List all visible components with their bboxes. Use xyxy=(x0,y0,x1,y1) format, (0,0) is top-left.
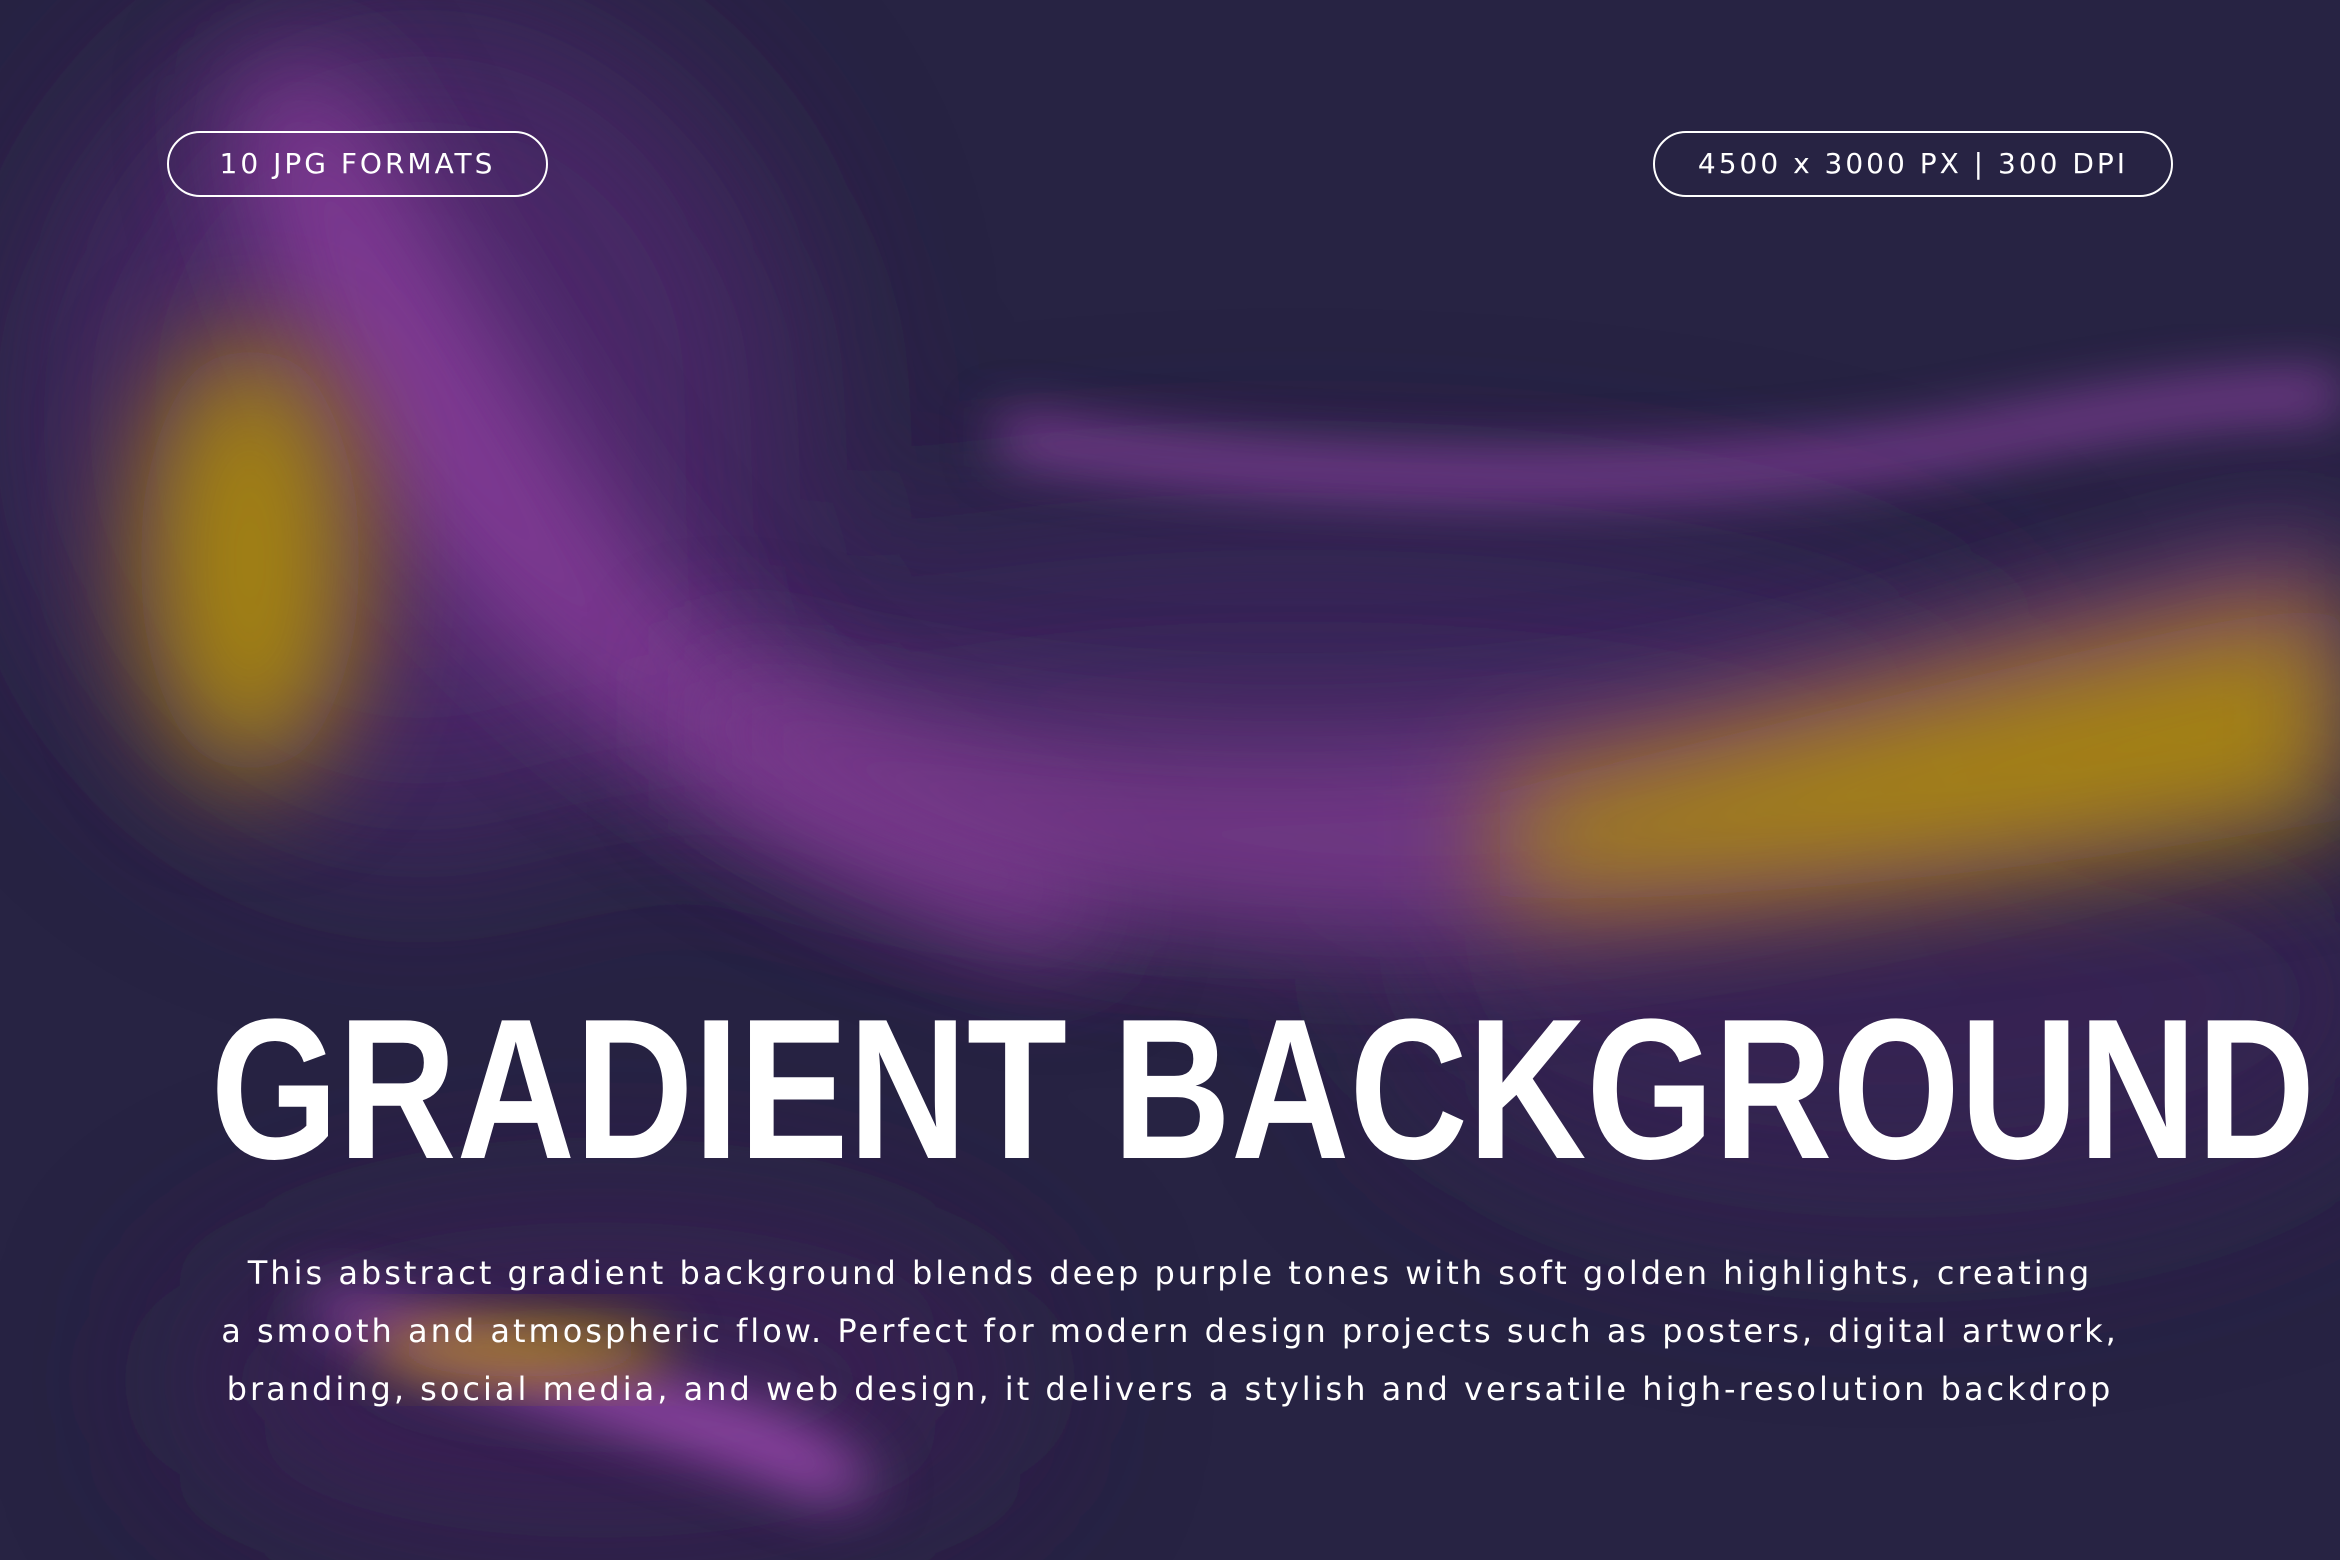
description-text: This abstract gradient background blends… xyxy=(160,1244,2180,1418)
format-count-badge: 10 JPG FORMATS xyxy=(167,131,548,197)
gradient-poster: 10 JPG FORMATS 4500 x 3000 PX | 300 DPI … xyxy=(0,0,2340,1560)
main-heading: GRADIENT BACKGROUND xyxy=(210,978,2316,1201)
description-line-3: branding, social media, and web design, … xyxy=(226,1370,2114,1408)
description-line-2: a smooth and atmospheric flow. Perfect f… xyxy=(221,1312,2119,1350)
resolution-badge: 4500 x 3000 PX | 300 DPI xyxy=(1653,131,2173,197)
description-line-1: This abstract gradient background blends… xyxy=(247,1254,2093,1292)
